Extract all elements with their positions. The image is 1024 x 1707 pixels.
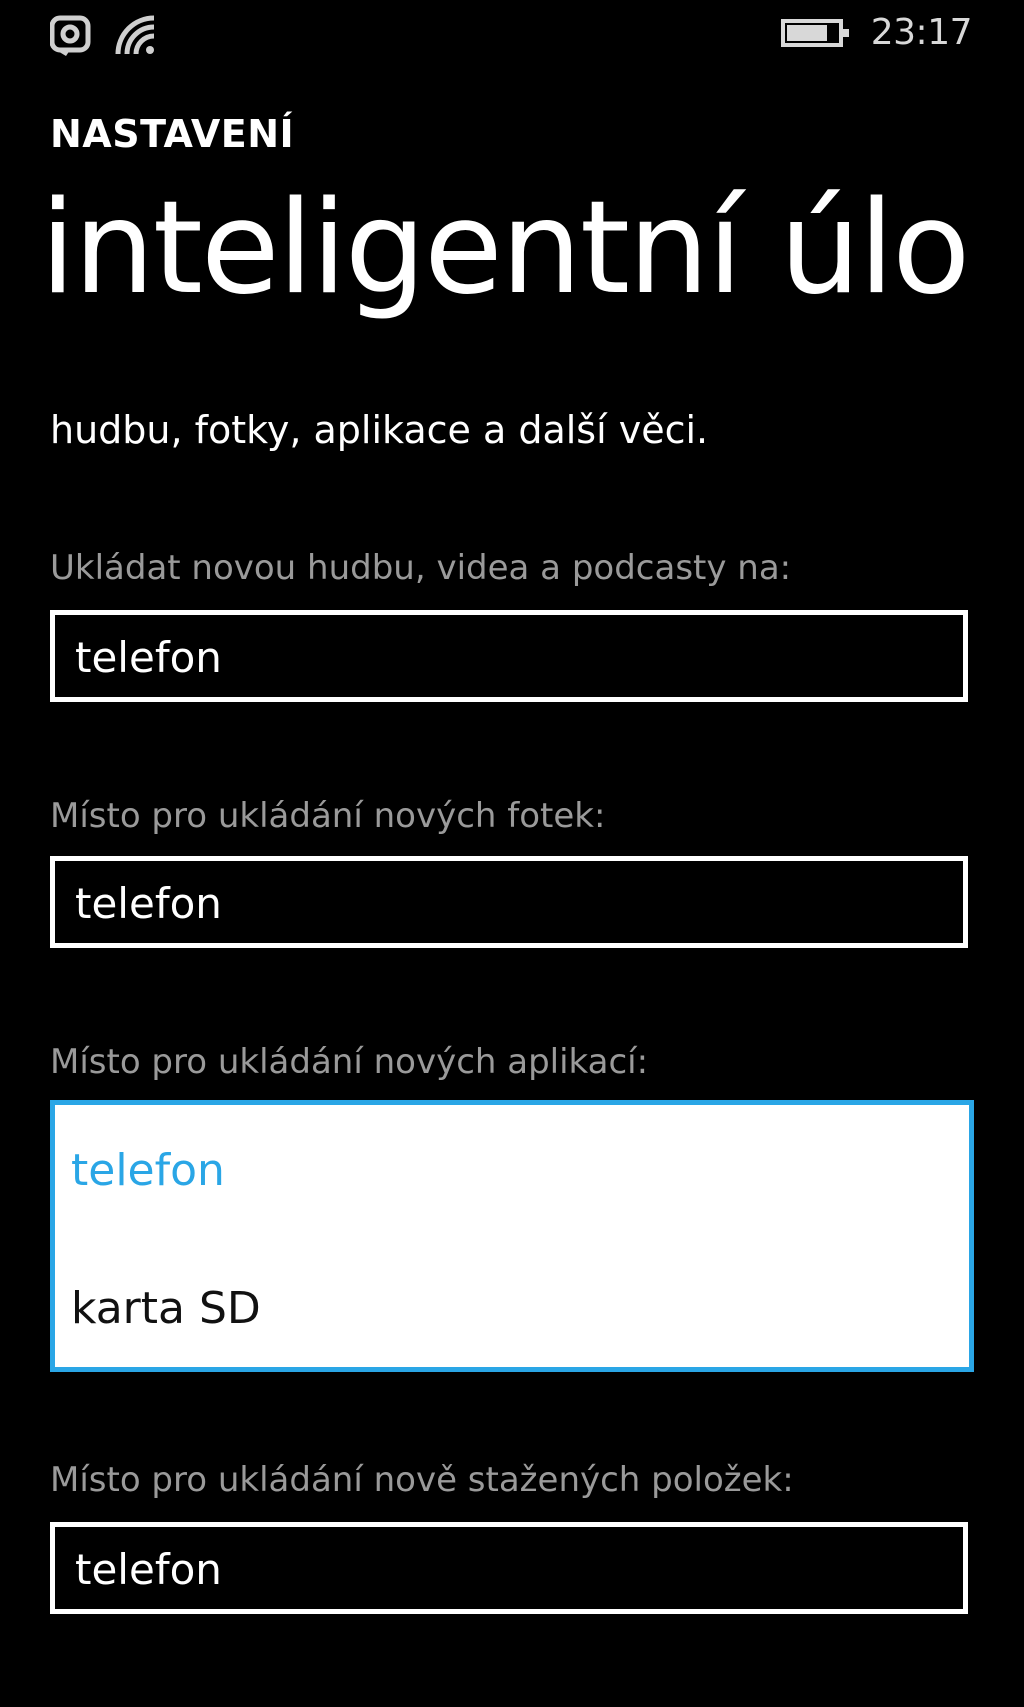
description-text: hudbu, fotky, aplikace a další věci. (50, 408, 709, 452)
clock: 23:17 (870, 12, 973, 53)
battery-icon (780, 18, 851, 48)
notification-icon (50, 14, 94, 58)
music-storage-label: Ukládat novou hudbu, videa a podcasty na… (50, 548, 792, 588)
status-right: 23:17 (780, 12, 973, 53)
apps-storage-dropdown[interactable]: telefon karta SD (50, 1100, 974, 1372)
option-sd-card[interactable]: karta SD (71, 1283, 261, 1334)
music-storage-select[interactable]: telefon (50, 610, 968, 702)
downloads-storage-value: telefon (75, 1545, 222, 1594)
photos-storage-select[interactable]: telefon (50, 856, 968, 948)
photos-storage-label: Místo pro ukládání nových fotek: (50, 796, 606, 836)
photos-storage-value: telefon (75, 879, 222, 928)
apps-storage-label: Místo pro ukládání nových aplikací: (50, 1042, 649, 1082)
downloads-storage-select[interactable]: telefon (50, 1522, 968, 1614)
music-storage-value: telefon (75, 633, 222, 682)
status-bar: 23:17 (0, 0, 1024, 80)
status-left-icons (50, 14, 158, 58)
page-title: inteligentní úlo (40, 174, 970, 323)
option-telefon[interactable]: telefon (71, 1145, 225, 1196)
downloads-storage-label: Místo pro ukládání nově stažených polože… (50, 1460, 794, 1500)
wifi-icon (114, 14, 158, 58)
section-title: NASTAVENÍ (50, 112, 295, 156)
